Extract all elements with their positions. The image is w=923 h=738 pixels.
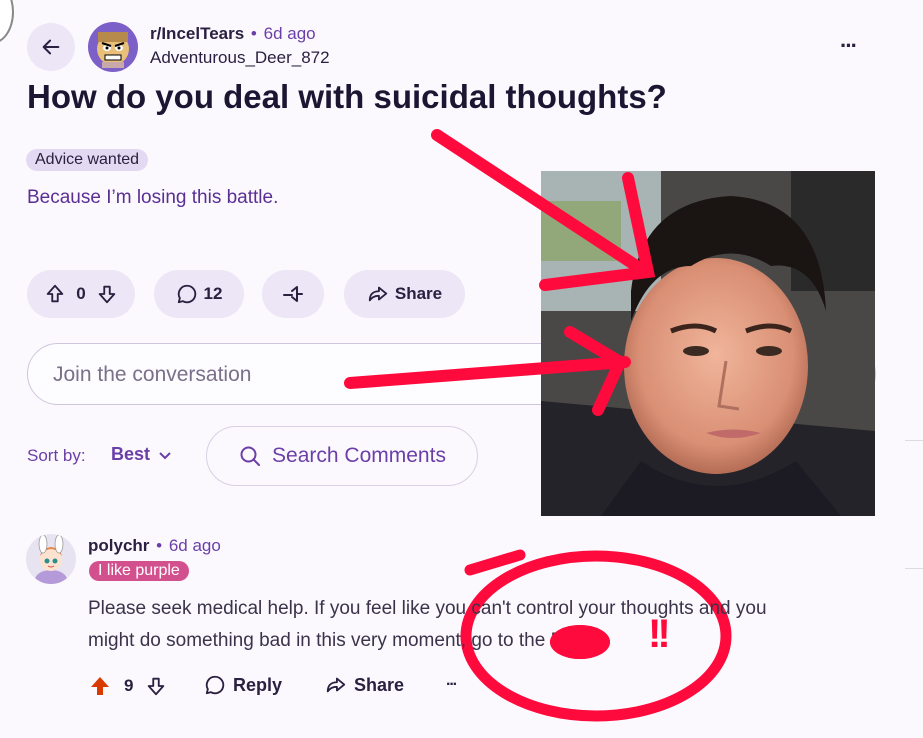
reply-button[interactable]: Reply (204, 674, 282, 696)
comment-upvote-icon[interactable] (88, 674, 112, 698)
comment-share-button[interactable]: Share (325, 674, 404, 696)
right-divider (905, 440, 923, 441)
comment-vote-group: 9 (88, 674, 167, 698)
comment-share-icon (326, 677, 346, 693)
annotation-scribble (464, 549, 610, 659)
comment-share-label: Share (354, 674, 405, 695)
right-divider-2 (905, 568, 923, 569)
annotation-exclaim: !! (648, 612, 671, 656)
comment-vote-count: 9 (124, 676, 134, 695)
reply-label: Reply (233, 674, 283, 695)
comment-more-button[interactable]: ··· (446, 676, 458, 694)
reply-icon (205, 675, 225, 695)
comment-downvote-icon[interactable] (145, 675, 167, 697)
